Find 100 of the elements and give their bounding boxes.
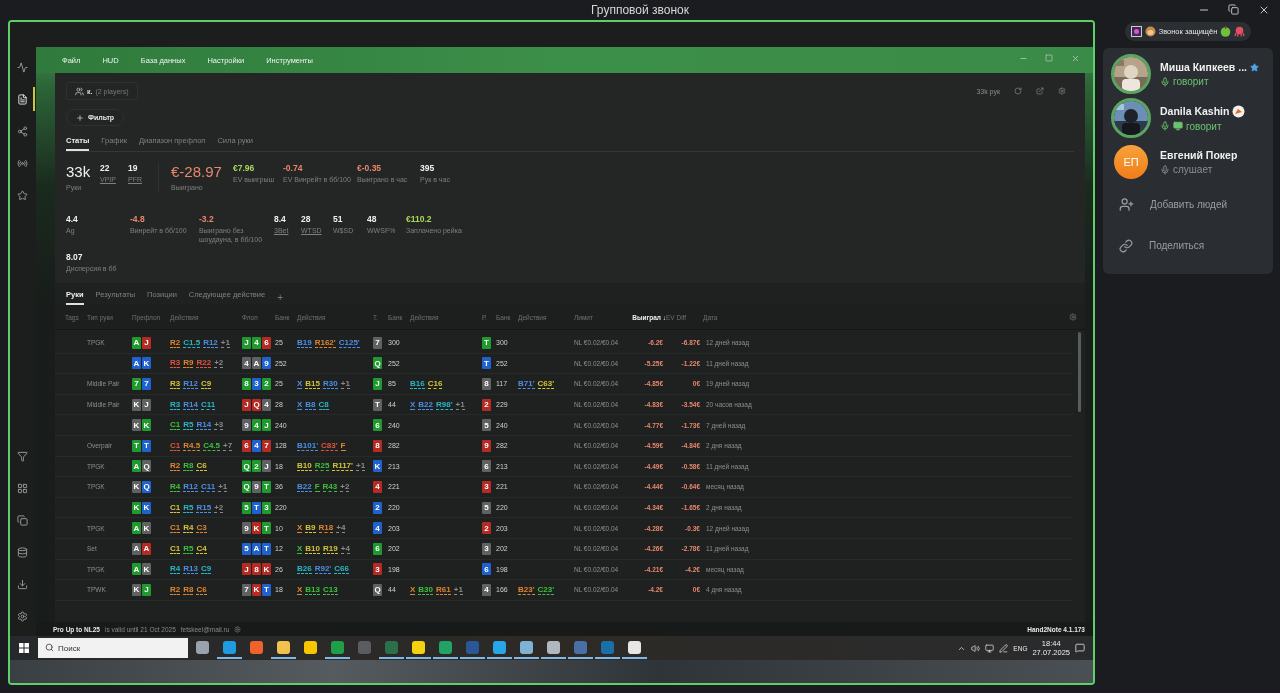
card: 2 <box>482 398 491 411</box>
restore-button[interactable] <box>1228 4 1240 16</box>
action-token: X <box>410 584 416 595</box>
plus-icon <box>76 113 84 122</box>
participant-row[interactable]: ЕП Евгений Покер слушает <box>1103 140 1273 184</box>
microphone-icon <box>1160 164 1170 175</box>
action-token: C63' <box>537 379 555 389</box>
card: K <box>132 501 141 514</box>
stat-value: 8.4 <box>274 214 286 224</box>
card: K <box>142 419 151 432</box>
settings-icon[interactable] <box>234 625 242 633</box>
card: 4 <box>242 357 251 370</box>
search-icon <box>45 643 54 652</box>
stat-value: -3.2 <box>199 214 214 224</box>
link-icon <box>1119 238 1133 253</box>
action-token: R4.5 <box>183 440 201 451</box>
stat-value: 28 <box>301 214 311 224</box>
card: 5 <box>482 419 491 432</box>
card: T <box>373 398 382 411</box>
action-token: R5 <box>183 420 194 431</box>
action-token: X <box>297 523 303 534</box>
action-token: R3 <box>170 358 181 369</box>
action-token: R2 <box>170 584 181 595</box>
action-token: C9 <box>200 564 212 575</box>
action-token: B101' <box>297 440 319 451</box>
card: 7 <box>373 336 382 349</box>
card: 9 <box>482 439 491 452</box>
action-token: R12 <box>203 337 218 348</box>
stat-value: 395 <box>420 163 435 173</box>
card: T <box>262 522 271 535</box>
window-title: Групповой звонок <box>591 3 689 17</box>
document-icon <box>16 93 28 105</box>
participant-row[interactable]: Миша Кипкеев ... говорит <box>1103 52 1273 96</box>
card: J <box>242 563 251 576</box>
card: 6 <box>482 563 491 576</box>
card: T <box>482 336 491 349</box>
action-token: +2 <box>214 358 224 369</box>
action-token: +1 <box>220 337 230 348</box>
card: K <box>142 522 151 535</box>
microphone-icon <box>1160 76 1170 87</box>
card: Q <box>373 357 382 370</box>
action-token: R4 <box>170 481 181 492</box>
action-token: C1 <box>170 502 181 513</box>
action-token: R14 <box>196 420 212 431</box>
add-tab-button[interactable]: + <box>277 292 283 303</box>
action-token: B10 <box>297 461 312 472</box>
action-token: C125' <box>338 337 360 348</box>
stat-value: 8.07 <box>66 252 83 262</box>
card: T <box>252 501 261 514</box>
action-token: C6 <box>196 461 207 472</box>
action-token: R5 <box>183 502 194 513</box>
chart-icon <box>16 61 28 73</box>
card: K <box>142 501 151 514</box>
card: K <box>142 357 151 370</box>
action-token: R12 <box>183 379 198 389</box>
card: 3 <box>252 378 261 390</box>
octopus-icon <box>1234 26 1246 37</box>
action-token: B19 <box>297 337 312 348</box>
action-token: R25 <box>314 461 330 472</box>
card: T <box>142 439 151 452</box>
settings-icon[interactable] <box>1058 87 1066 95</box>
card: 9 <box>242 419 251 432</box>
card: 3 <box>373 563 382 576</box>
card: 4 <box>262 398 271 411</box>
card: A <box>132 460 141 473</box>
share-button[interactable]: Поделиться <box>1103 225 1273 266</box>
pen-icon[interactable] <box>999 643 1009 653</box>
card: 9 <box>252 480 261 493</box>
monitor-icon[interactable] <box>985 643 995 653</box>
action-token: B30 <box>418 584 434 595</box>
action-token: C1.5 <box>183 337 201 348</box>
card: 8 <box>373 439 382 452</box>
card: K <box>252 522 261 535</box>
card: 3 <box>482 480 491 493</box>
card: J <box>262 419 271 432</box>
action-token: +4 <box>340 543 350 554</box>
sticker-icon <box>1232 104 1246 118</box>
stat-value: 51 <box>333 214 343 224</box>
card: 5 <box>482 501 491 514</box>
card: 8 <box>242 378 251 390</box>
refresh-icon[interactable] <box>1014 87 1022 95</box>
close-button[interactable] <box>1258 4 1270 16</box>
apple-icon <box>1220 26 1232 37</box>
action-token: R14 <box>183 399 198 410</box>
action-token: +7 <box>223 440 233 451</box>
scrollbar-thumb[interactable] <box>1077 332 1081 412</box>
action-token: C4.5 <box>203 440 221 451</box>
action-token: B22 <box>297 481 312 492</box>
download-icon <box>16 578 28 590</box>
notification-icon[interactable] <box>1075 643 1085 653</box>
popout-icon[interactable] <box>1036 87 1044 95</box>
volume-icon[interactable] <box>971 643 981 653</box>
add-people-button[interactable]: Добавить людей <box>1103 184 1273 225</box>
action-token: +1 <box>340 379 350 389</box>
users-icon <box>75 86 84 96</box>
card: 4 <box>373 522 382 535</box>
action-token: +1 <box>455 399 465 410</box>
search-field[interactable]: Поиск <box>38 638 188 658</box>
card: A <box>142 542 151 555</box>
participant-row[interactable]: Danila Kashin говорит <box>1103 96 1273 140</box>
